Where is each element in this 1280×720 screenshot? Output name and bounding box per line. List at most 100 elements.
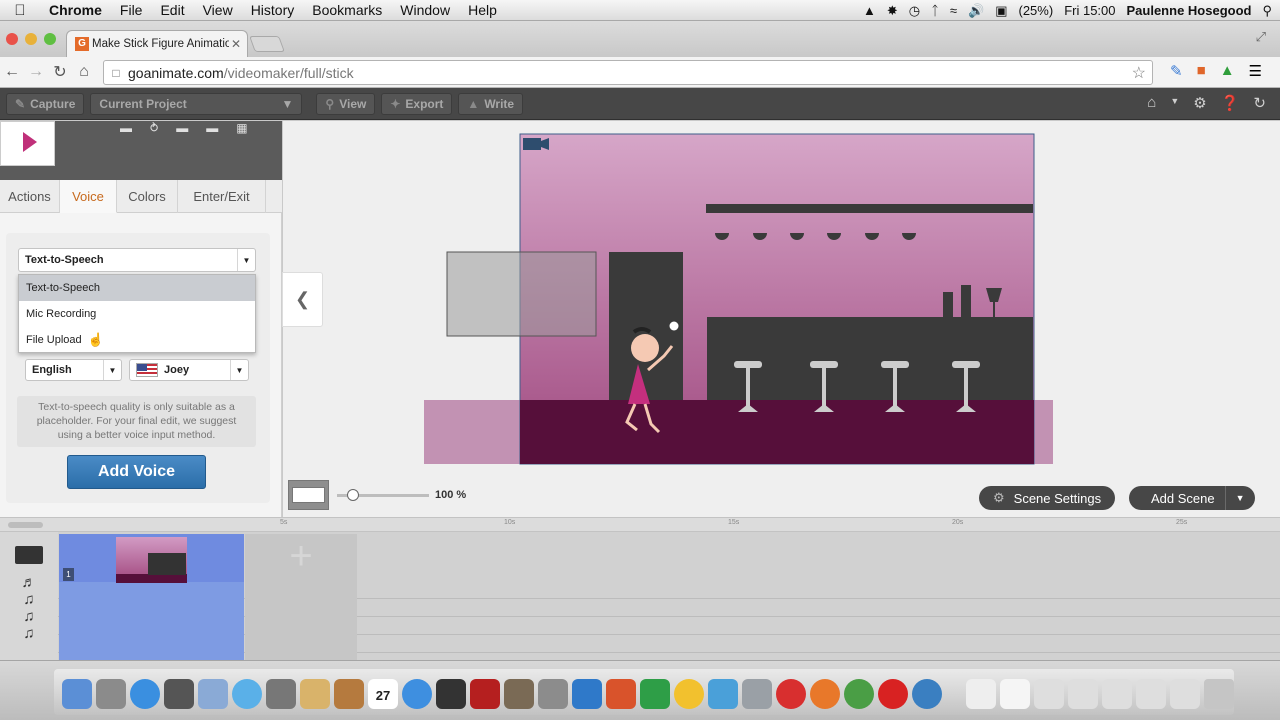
menu-help[interactable]: Help — [459, 2, 506, 18]
evernote-extension-icon[interactable]: ▲ — [1220, 62, 1235, 80]
collapse-panel-button[interactable]: ❮ — [282, 272, 323, 327]
home-app-icon[interactable]: ⌂ — [1147, 94, 1156, 112]
time-machine-icon[interactable]: ◷ — [909, 3, 920, 19]
voice-type-select[interactable]: Text-to-Speech ▼ — [18, 248, 256, 272]
powerpoint-icon[interactable] — [606, 679, 636, 709]
timeline-ruler[interactable]: 5s 10s 15s 20s 25s — [0, 517, 1280, 532]
trash-icon[interactable] — [1204, 679, 1234, 709]
scene-settings-button[interactable]: ⚙ Scene Settings — [979, 486, 1116, 510]
chrome-menu-icon[interactable]: ☰ — [1249, 62, 1262, 80]
system-preferences-icon[interactable] — [538, 679, 568, 709]
tag-extension-icon[interactable]: ■ — [1197, 62, 1206, 80]
photo-booth-icon[interactable] — [470, 679, 500, 709]
close-window-icon[interactable] — [6, 33, 18, 45]
layer-up-icon[interactable]: ▬ — [176, 121, 188, 135]
document-icon[interactable] — [1000, 679, 1030, 709]
voice-select[interactable]: Joey ▼ — [129, 359, 249, 381]
bluetooth-icon[interactable]: ᛏ — [931, 3, 939, 18]
spotlight-icon[interactable]: ⚲ — [1262, 3, 1272, 19]
settings-gear-icon[interactable]: ⚙ — [1193, 94, 1206, 112]
zoom-slider-handle[interactable] — [347, 488, 359, 501]
apple-icon[interactable]:  — [0, 2, 40, 19]
firefox-icon[interactable] — [810, 679, 840, 709]
document-icon[interactable] — [966, 679, 996, 709]
itunes-icon[interactable] — [402, 679, 432, 709]
option-file-upload[interactable]: File Upload ☝ — [19, 327, 255, 353]
guitar-icon[interactable] — [334, 679, 364, 709]
home-icon[interactable]: ⌂ — [72, 63, 96, 81]
user-name[interactable]: Paulenne Hosegood — [1127, 3, 1252, 18]
camera-icon[interactable] — [523, 138, 541, 150]
refresh-app-icon[interactable]: ↻ — [1253, 94, 1266, 112]
preview-icon[interactable] — [504, 679, 534, 709]
reload-icon[interactable]: ↻ — [48, 62, 72, 82]
menu-view[interactable]: View — [194, 2, 242, 18]
view-button[interactable]: ⚲ View — [316, 92, 376, 115]
tools-icon[interactable] — [742, 679, 772, 709]
address-bar[interactable]: □ goanimate.com/videomaker/full/stick ☆ — [103, 60, 1153, 85]
help-icon[interactable]: ❓ — [1221, 94, 1240, 112]
facetime-icon[interactable] — [266, 679, 296, 709]
option-mic-recording[interactable]: Mic Recording — [19, 301, 255, 327]
window-thumbnail-icon[interactable] — [1034, 679, 1064, 709]
imovie-icon[interactable] — [436, 679, 466, 709]
browser-tab[interactable]: G Make Stick Figure Animatio ✕ — [66, 30, 248, 57]
mail-icon[interactable] — [198, 679, 228, 709]
battery-icon[interactable]: ▣ — [995, 3, 1007, 19]
add-scene-placeholder[interactable]: + — [245, 534, 357, 660]
word-icon[interactable] — [572, 679, 602, 709]
drive-icon[interactable]: ▲ — [863, 3, 876, 18]
back-icon[interactable]: ← — [0, 63, 24, 81]
add-scene-button[interactable]: Add Scene ▼ — [1129, 486, 1255, 510]
add-scene-chevron-down-icon[interactable]: ▼ — [1224, 486, 1255, 510]
offstage-prop-frame[interactable] — [446, 251, 597, 337]
menu-app-name[interactable]: Chrome — [40, 2, 111, 18]
tab-actions[interactable]: Actions — [0, 180, 60, 213]
outlook-icon[interactable] — [674, 679, 704, 709]
rotate-icon[interactable]: ⥁ — [150, 121, 158, 135]
character-thumbnail[interactable] — [0, 121, 55, 166]
wifi-icon[interactable]: ≈ — [950, 3, 957, 18]
export-button[interactable]: ✦ Export — [381, 92, 453, 115]
zoom-window-icon[interactable] — [44, 33, 56, 45]
timeline-collapse-handle[interactable] — [8, 522, 43, 528]
language-select[interactable]: English ▼ — [25, 359, 122, 381]
menu-window[interactable]: Window — [391, 2, 459, 18]
vodafone-icon[interactable] — [878, 679, 908, 709]
window-thumbnail-icon[interactable] — [1136, 679, 1166, 709]
add-voice-button[interactable]: Add Voice — [67, 455, 206, 489]
forward-icon[interactable]: → — [24, 63, 48, 81]
minimize-window-icon[interactable] — [25, 33, 37, 45]
contacts-icon[interactable] — [300, 679, 330, 709]
flip-icon[interactable]: ▬ — [120, 121, 132, 135]
messenger-icon[interactable] — [708, 679, 738, 709]
quicktime-icon[interactable] — [912, 679, 942, 709]
launchpad-icon[interactable] — [96, 679, 126, 709]
fullscreen-icon[interactable]: ⤢ — [1256, 29, 1266, 45]
menu-edit[interactable]: Edit — [151, 2, 193, 18]
calendar-icon[interactable]: 27 — [368, 679, 398, 709]
safari-icon[interactable] — [232, 679, 262, 709]
volume-icon[interactable]: 🔊 — [968, 3, 984, 19]
project-select[interactable]: Current Project ▼ — [90, 92, 303, 115]
pen-extension-icon[interactable]: ✎ — [1170, 62, 1183, 80]
tab-enter-exit[interactable]: Enter/Exit — [178, 180, 266, 213]
zoom-slider[interactable] — [337, 488, 429, 501]
scene-canvas[interactable] — [420, 130, 1060, 470]
window-thumbnail-icon[interactable] — [1170, 679, 1200, 709]
delete-icon[interactable]: ▦ — [236, 121, 247, 135]
tab-voice[interactable]: Voice — [60, 180, 117, 213]
write-button[interactable]: ▲ Write — [458, 92, 524, 115]
finder-icon[interactable] — [62, 679, 92, 709]
menu-history[interactable]: History — [242, 2, 304, 18]
timeline-scene-1[interactable]: 1 — [59, 534, 244, 660]
capture-button[interactable]: ✎ Capture — [6, 92, 85, 115]
3g-icon[interactable] — [776, 679, 806, 709]
layer-down-icon[interactable]: ▬ — [206, 121, 218, 135]
new-tab-button[interactable] — [249, 36, 285, 52]
tab-close-icon[interactable]: ✕ — [229, 37, 243, 51]
window-thumbnail-icon[interactable] — [1102, 679, 1132, 709]
app-store-icon[interactable] — [130, 679, 160, 709]
option-text-to-speech[interactable]: Text-to-Speech — [19, 275, 255, 301]
menu-file[interactable]: File — [111, 2, 152, 18]
